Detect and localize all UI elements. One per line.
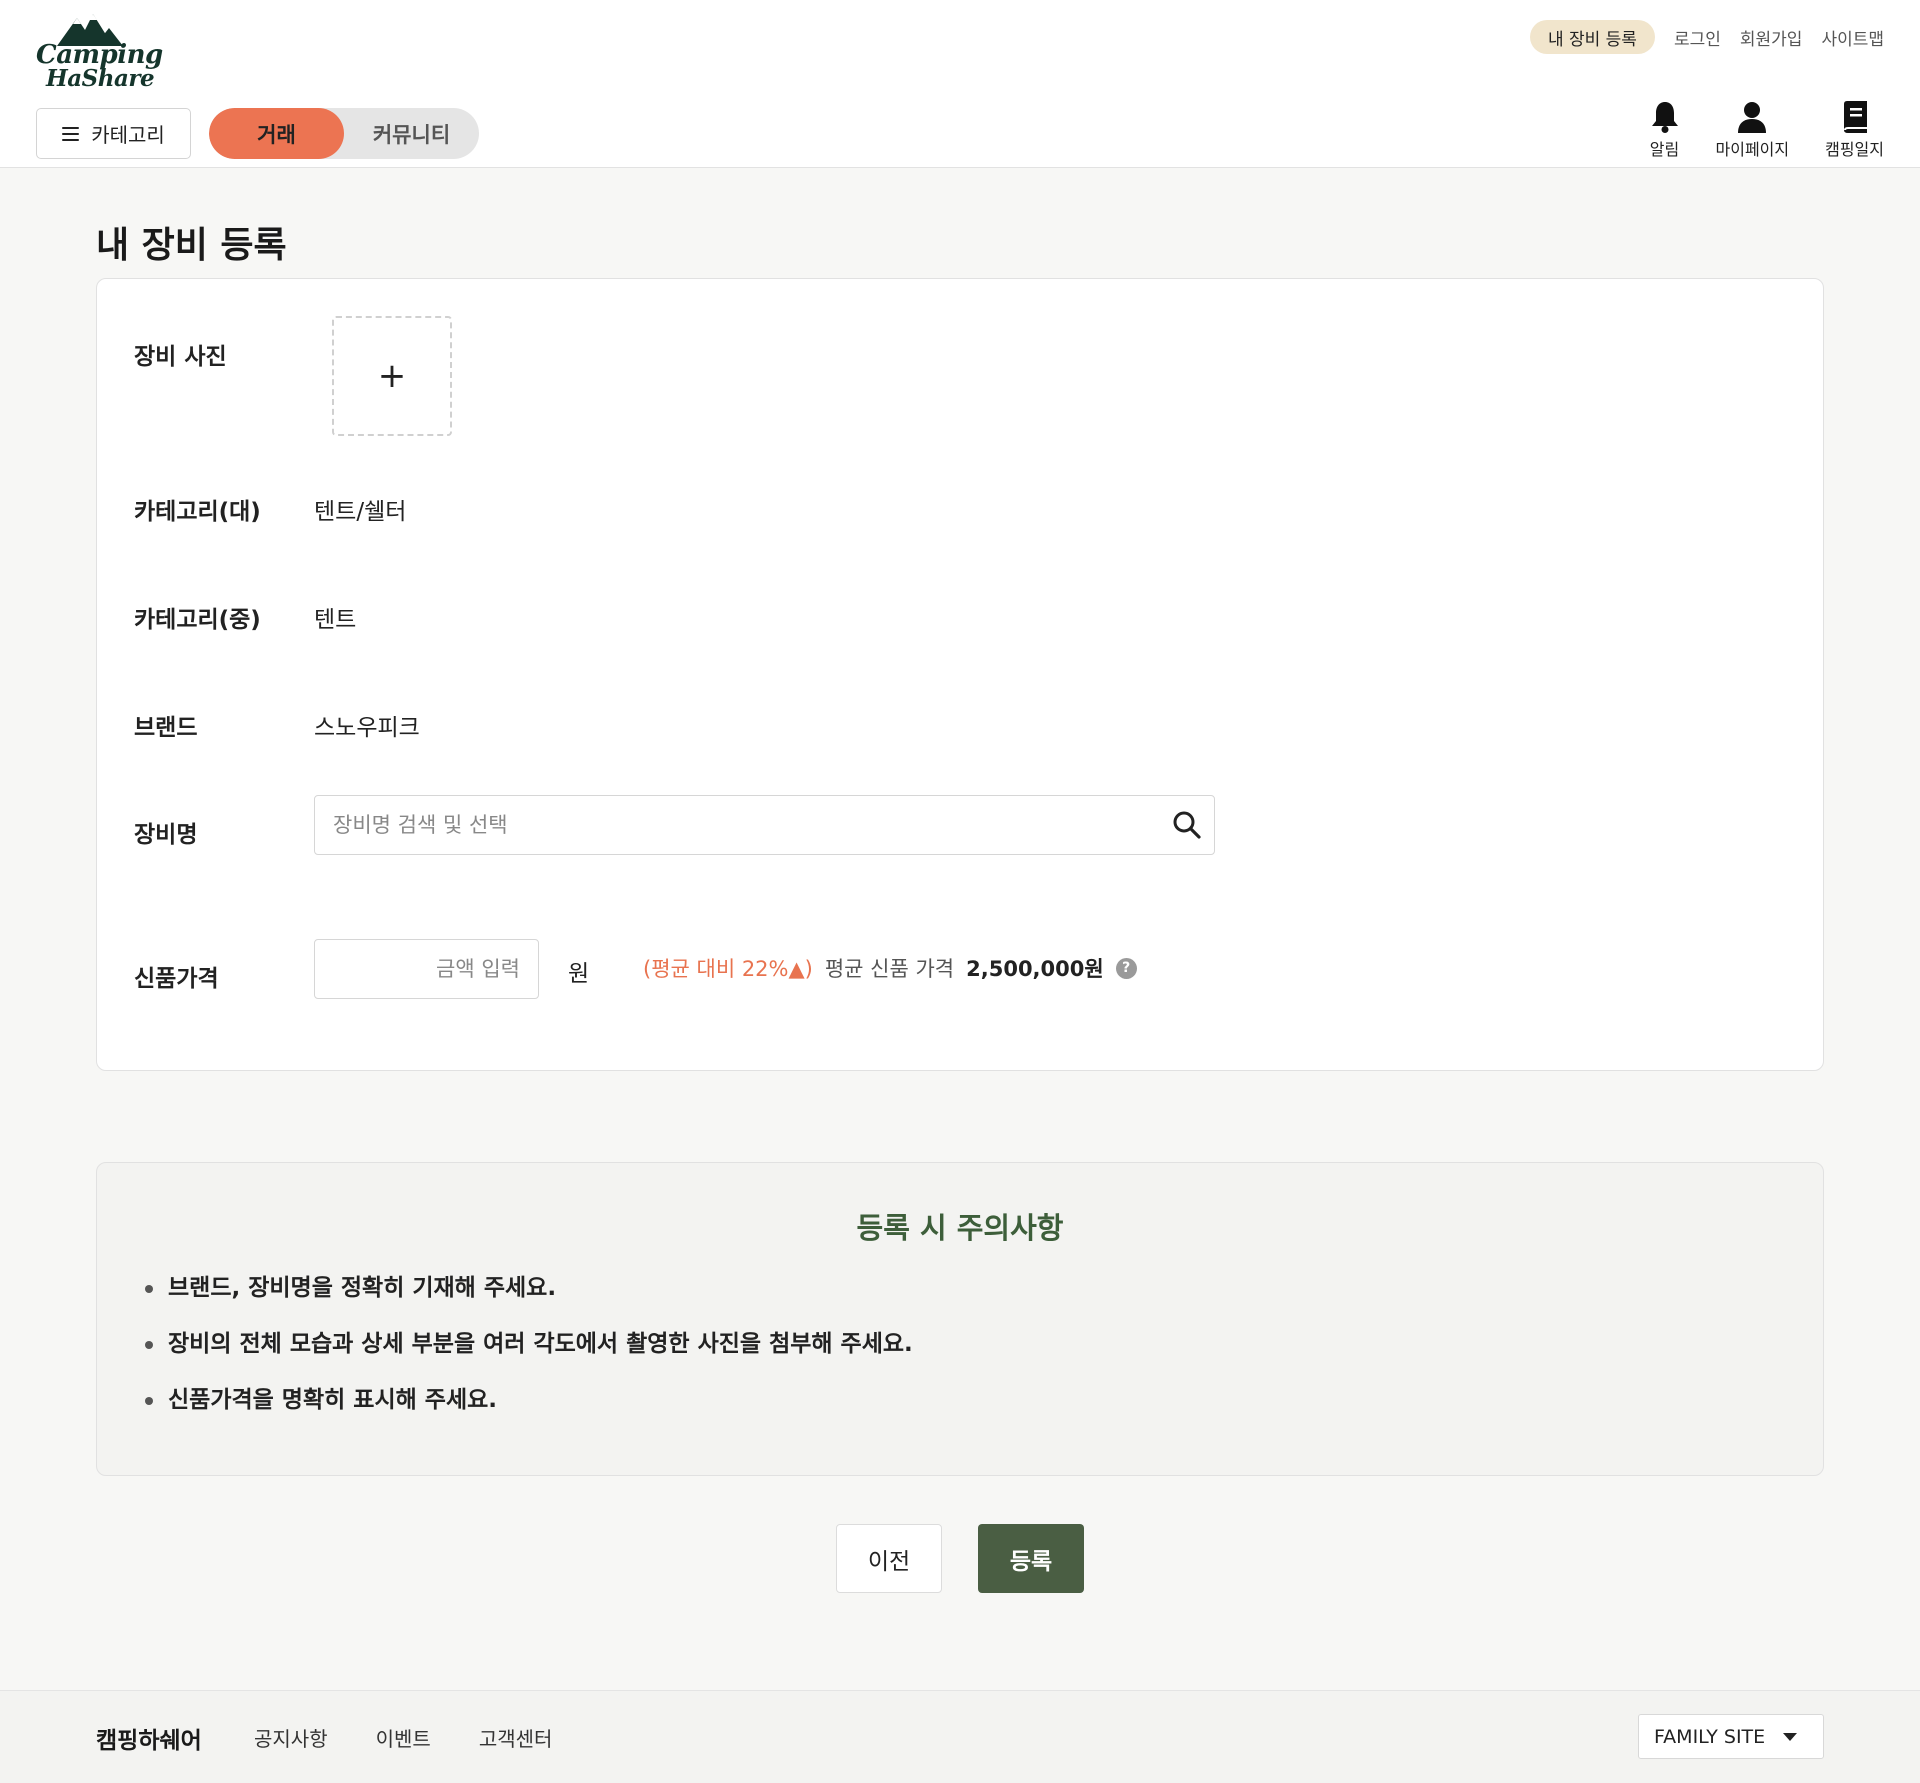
notice-title: 등록 시 주의사항 bbox=[856, 1211, 1064, 1245]
brand-value: 스노우피크 bbox=[314, 715, 420, 741]
notice-item: 장비의 전체 모습과 상세 부분을 여러 각도에서 촬영한 사진을 첨부해 주세… bbox=[145, 1329, 913, 1385]
help-icon[interactable]: ? bbox=[1115, 957, 1137, 979]
photo-upload-button[interactable]: + bbox=[332, 316, 452, 436]
hamburger-icon bbox=[62, 126, 80, 141]
gear-name-input[interactable] bbox=[315, 796, 1145, 854]
journal-label: 캠핑일지 bbox=[1825, 140, 1884, 159]
tab-community[interactable]: 커뮤니티 bbox=[344, 108, 479, 159]
footer-link-notice[interactable]: 공지사항 bbox=[254, 1723, 328, 1752]
mode-toggle: 거래 커뮤니티 bbox=[209, 108, 479, 159]
header-icon-nav: 알림 마이페이지 캠핑일지 bbox=[1650, 100, 1884, 162]
search-icon[interactable] bbox=[1172, 810, 1202, 840]
mypage-label: 마이페이지 bbox=[1715, 140, 1790, 159]
prev-button[interactable]: 이전 bbox=[836, 1524, 942, 1593]
footer-link-support[interactable]: 고객센터 bbox=[479, 1723, 553, 1752]
family-site-select[interactable]: FAMILY SITE bbox=[1638, 1714, 1824, 1759]
login-link[interactable]: 로그인 bbox=[1674, 25, 1721, 50]
category-menu-label: 카테고리 bbox=[91, 123, 165, 147]
page-title: 내 장비 등록 bbox=[96, 225, 287, 266]
price-info: (평균 대비 22%▲) 평균 신품 가격 2,500,000원 ? bbox=[643, 953, 1137, 983]
sitemap-link[interactable]: 사이트맵 bbox=[1821, 25, 1884, 50]
site-logo[interactable]: Camping HaShare bbox=[35, 12, 163, 92]
gear-name-search bbox=[314, 795, 1215, 855]
gear-form: 장비 사진 + 카테고리(대) 텐트/쉘터 카테고리(중) 텐트 브랜드 스노우… bbox=[96, 278, 1824, 1071]
category-mid-label: 카테고리(중) bbox=[134, 607, 261, 633]
avg-price-value: 2,500,000원 bbox=[966, 957, 1104, 981]
brand-label: 브랜드 bbox=[134, 715, 198, 741]
chevron-down-icon bbox=[1783, 1732, 1798, 1741]
book-icon bbox=[1843, 101, 1867, 133]
register-gear-link[interactable]: 내 장비 등록 bbox=[1529, 20, 1655, 54]
tab-trade[interactable]: 거래 bbox=[209, 108, 344, 159]
notifications-label: 알림 bbox=[1649, 140, 1680, 159]
notice-item: 브랜드, 장비명을 정확히 기재해 주세요. bbox=[145, 1273, 913, 1329]
new-price-input[interactable] bbox=[315, 940, 538, 998]
footer-link-event[interactable]: 이벤트 bbox=[376, 1723, 431, 1752]
notice-item: 신품가격을 명확히 표시해 주세요. bbox=[145, 1385, 913, 1441]
bell-icon bbox=[1651, 102, 1678, 133]
signup-link[interactable]: 회원가입 bbox=[1740, 25, 1803, 50]
price-unit: 원 bbox=[568, 961, 590, 987]
category-menu-button[interactable]: 카테고리 bbox=[36, 108, 191, 159]
footer-brand: 캠핑하쉐어 bbox=[96, 1728, 202, 1754]
category-mid-value: 텐트 bbox=[314, 607, 357, 633]
gear-name-label: 장비명 bbox=[134, 822, 198, 848]
notice-list: 브랜드, 장비명을 정확히 기재해 주세요. 장비의 전체 모습과 상세 부분을… bbox=[145, 1273, 913, 1441]
submit-button[interactable]: 등록 bbox=[978, 1524, 1084, 1593]
logo-text-line2: HaShare bbox=[46, 65, 155, 92]
plus-icon: + bbox=[377, 356, 407, 396]
price-comparison: (평균 대비 22%▲) bbox=[643, 957, 813, 981]
journal-button[interactable]: 캠핑일지 bbox=[1825, 100, 1884, 160]
category-major-value: 텐트/쉘터 bbox=[314, 499, 407, 525]
new-price-label: 신품가격 bbox=[134, 966, 219, 992]
new-price-field bbox=[314, 939, 539, 999]
notifications-button[interactable]: 알림 bbox=[1650, 100, 1680, 160]
notice-box: 등록 시 주의사항 브랜드, 장비명을 정확히 기재해 주세요. 장비의 전체 … bbox=[96, 1162, 1824, 1476]
family-site-label: FAMILY SITE bbox=[1654, 1725, 1766, 1748]
site-footer: 캠핑하쉐어 공지사항 이벤트 고객센터 FAMILY SITE bbox=[0, 1690, 1920, 1783]
mypage-button[interactable]: 마이페이지 bbox=[1715, 100, 1790, 160]
site-header: Camping HaShare 내 장비 등록 로그인 회원가입 사이트맵 카테… bbox=[0, 0, 1920, 168]
photo-label: 장비 사진 bbox=[134, 344, 227, 370]
category-major-label: 카테고리(대) bbox=[134, 499, 261, 525]
footer-links: 공지사항 이벤트 고객센터 bbox=[254, 1723, 552, 1752]
avg-price-label: 평균 신품 가격 bbox=[824, 957, 955, 981]
user-icon bbox=[1738, 102, 1767, 133]
top-links: 내 장비 등록 로그인 회원가입 사이트맵 bbox=[1529, 20, 1884, 54]
